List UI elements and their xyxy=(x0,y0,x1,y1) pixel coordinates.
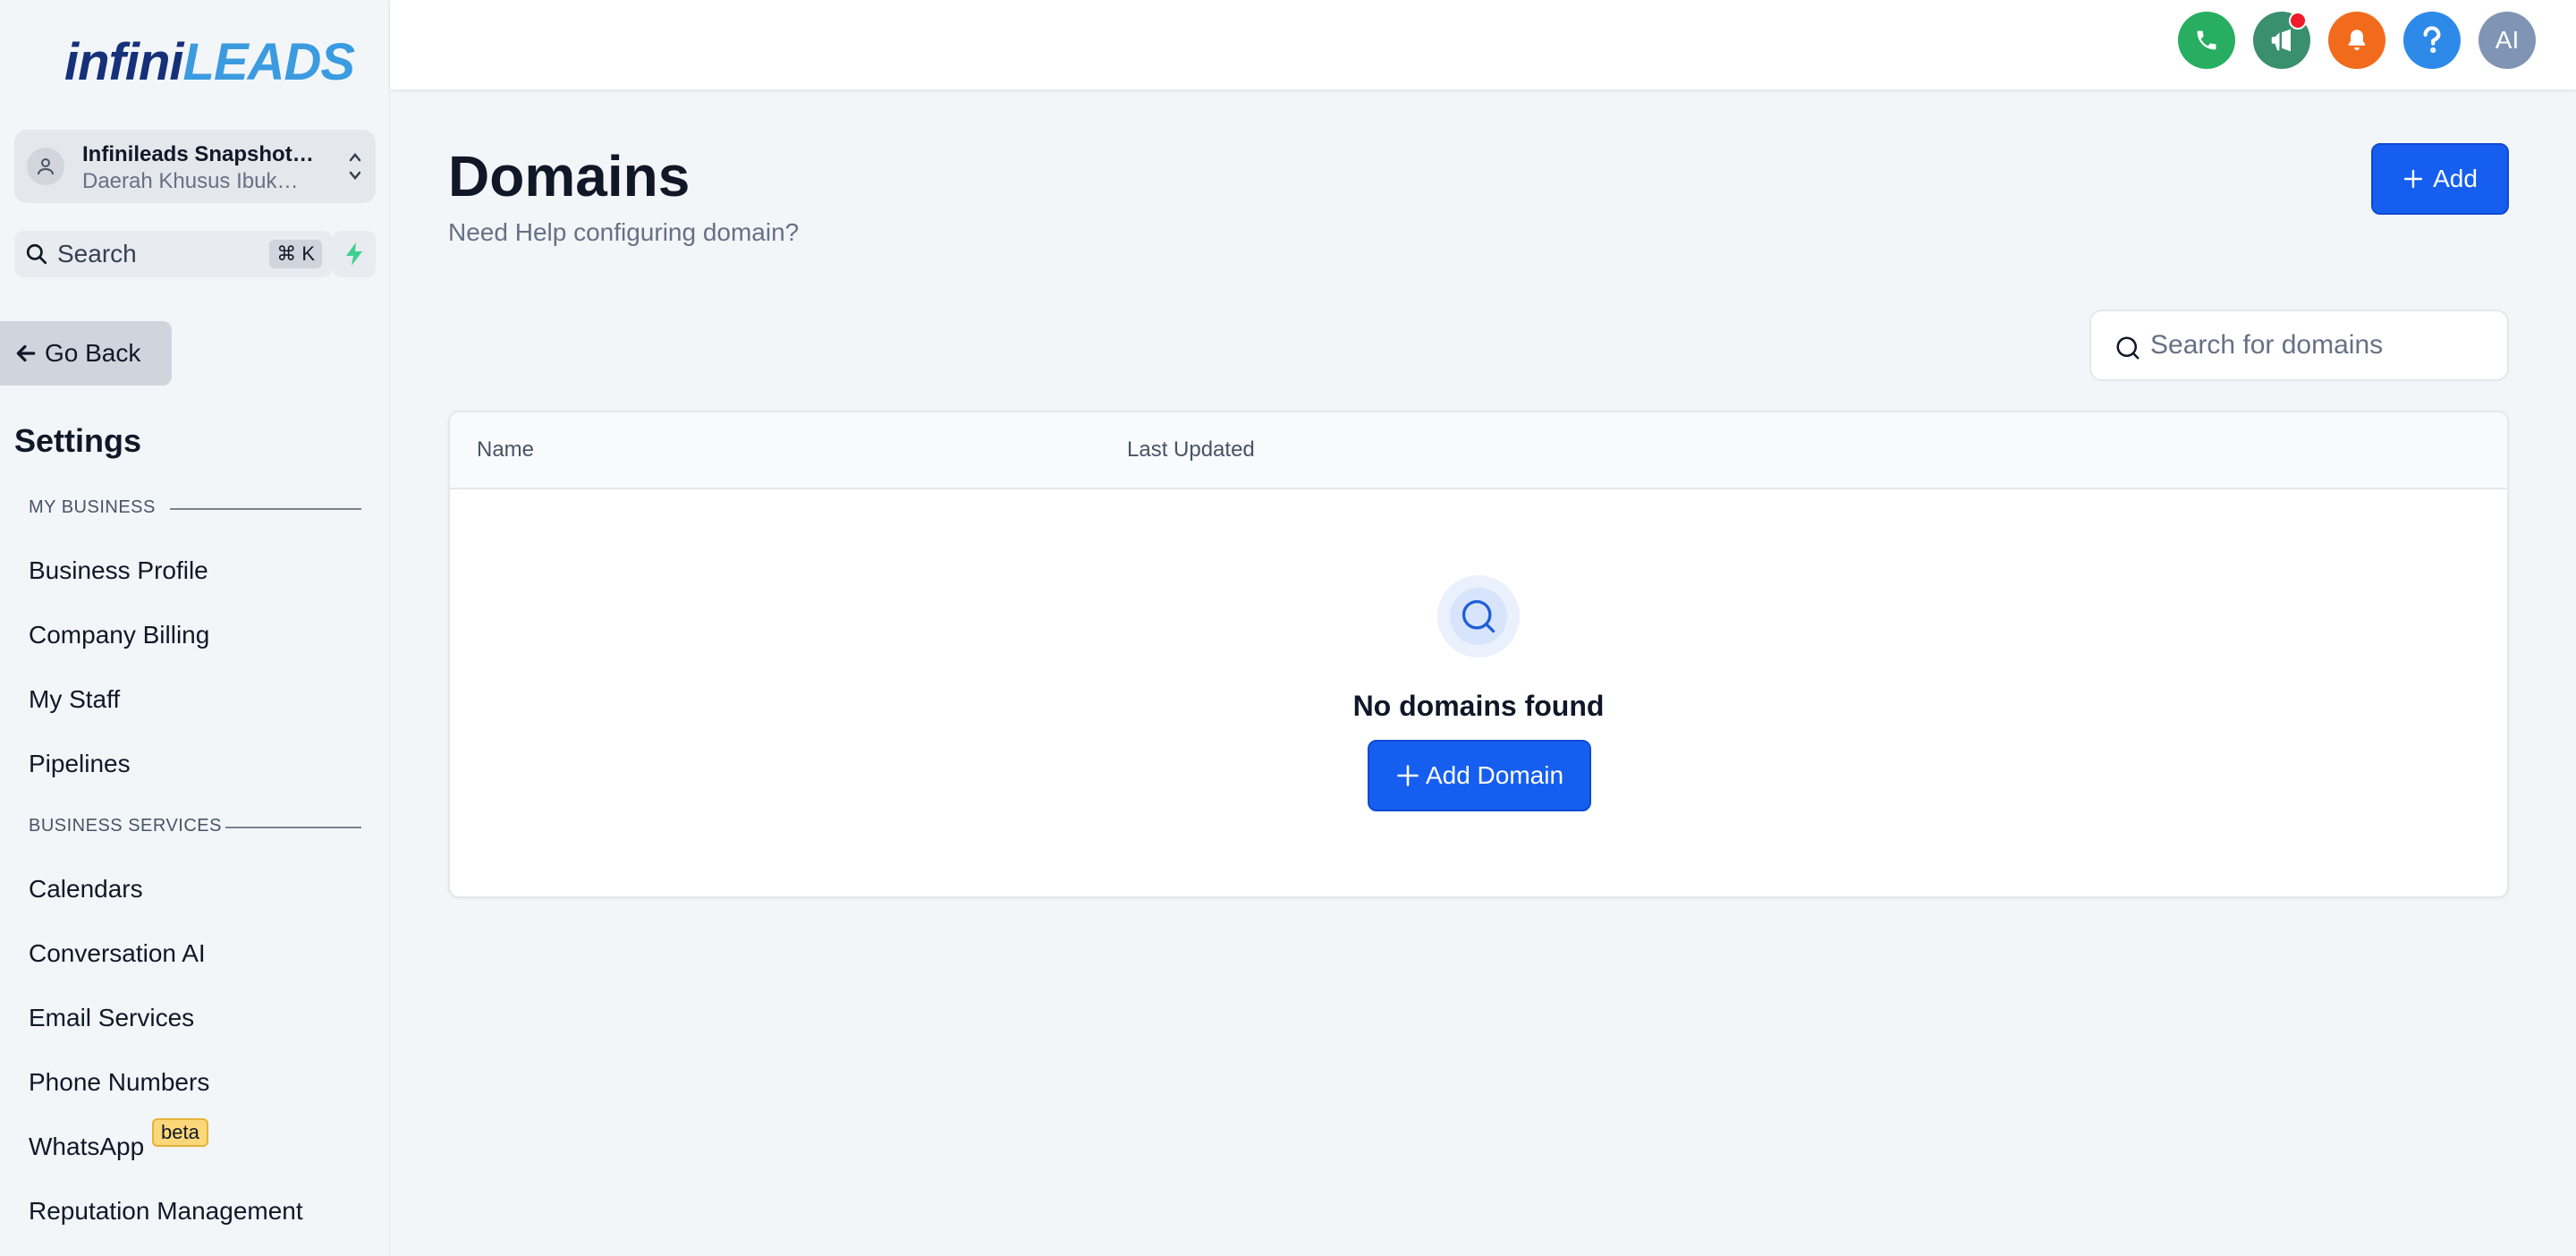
sidebar: infiniLEADS Infinileads Snapshot… Daerah… xyxy=(0,0,390,1256)
logo-text-primary: infini xyxy=(64,33,184,91)
sidebar-search-label: Search xyxy=(57,240,137,267)
quick-actions-button[interactable] xyxy=(333,231,376,277)
sidebar-item-my-staff[interactable]: My Staff xyxy=(29,685,120,714)
section-divider xyxy=(170,508,361,510)
beta-badge: beta xyxy=(152,1118,208,1147)
search-icon xyxy=(1462,599,1496,633)
account-name: Infinileads Snapshot… xyxy=(82,142,314,166)
column-header-name[interactable]: Name xyxy=(477,437,534,463)
account-avatar-icon xyxy=(27,148,64,185)
add-domain-button[interactable]: Add Domain xyxy=(1368,740,1591,811)
phone-icon xyxy=(2197,30,2216,50)
sidebar-item-business-profile[interactable]: Business Profile xyxy=(29,556,208,585)
add-domain-label: Add Domain xyxy=(1425,761,1564,789)
account-switcher[interactable]: Infinileads Snapshot… Daerah Khusus Ibuk… xyxy=(14,130,376,203)
top-header: AI xyxy=(390,0,2576,89)
section-label-business-services: BUSINESS SERVICES xyxy=(29,816,222,836)
phone-button[interactable] xyxy=(2178,12,2235,69)
add-button[interactable]: Add xyxy=(2371,143,2509,215)
add-button-label: Add xyxy=(2433,165,2478,192)
section-label-my-business: MY BUSINESS xyxy=(29,497,156,517)
empty-state-icon xyxy=(1437,575,1520,658)
section-divider xyxy=(225,827,361,828)
megaphone-icon xyxy=(2271,29,2291,52)
go-back-label: Go Back xyxy=(45,339,141,367)
go-back-button[interactable]: Go Back xyxy=(0,321,172,386)
column-header-last-updated[interactable]: Last Updated xyxy=(1127,437,1255,463)
page-title: Domains xyxy=(448,144,691,208)
infinileads-logo[interactable]: infiniLEADS xyxy=(64,32,356,92)
sidebar-item-phone-numbers[interactable]: Phone Numbers xyxy=(29,1068,209,1097)
sidebar-search[interactable]: Search ⌘ K xyxy=(14,231,333,277)
search-shortcut-badge: ⌘ K xyxy=(269,240,322,268)
notifications-button[interactable] xyxy=(2328,12,2385,69)
plus-icon xyxy=(2403,169,2423,189)
notification-dot xyxy=(2289,12,2307,30)
arrow-left-icon xyxy=(16,344,36,362)
bell-icon xyxy=(2348,30,2366,51)
announcements-button[interactable] xyxy=(2253,12,2310,69)
sidebar-item-conversation-ai[interactable]: Conversation AI xyxy=(29,939,206,968)
sidebar-item-email-services[interactable]: Email Services xyxy=(29,1004,194,1032)
logo-text-accent: LEADS xyxy=(182,33,356,91)
domain-search-box xyxy=(2089,310,2509,381)
table-header: Name Last Updated xyxy=(450,412,2507,489)
sidebar-item-company-billing[interactable]: Company Billing xyxy=(29,621,209,649)
sidebar-item-reputation-management[interactable]: Reputation Management xyxy=(29,1197,303,1226)
user-avatar[interactable]: AI xyxy=(2479,12,2536,69)
domains-table: Name Last Updated No domains found Add D… xyxy=(448,411,2509,898)
account-location: Daerah Khusus Ibuk… xyxy=(82,169,299,193)
domain-search-input[interactable] xyxy=(2150,327,2490,363)
search-icon xyxy=(2116,336,2140,360)
plus-icon xyxy=(1397,765,1419,786)
help-button[interactable] xyxy=(2403,12,2461,69)
help-icon xyxy=(2423,26,2441,54)
chevron-up-down-icon xyxy=(349,153,361,180)
search-icon xyxy=(26,243,47,265)
empty-state-message: No domains found xyxy=(1352,690,1605,722)
settings-title: Settings xyxy=(14,422,142,459)
sidebar-item-calendars[interactable]: Calendars xyxy=(29,875,143,904)
help-configuring-domain-link[interactable]: Need Help configuring domain? xyxy=(448,218,799,247)
sidebar-item-whatsapp[interactable]: WhatsApp xyxy=(29,1133,144,1161)
lightning-bolt-icon xyxy=(346,242,362,266)
sidebar-item-pipelines[interactable]: Pipelines xyxy=(29,750,131,778)
